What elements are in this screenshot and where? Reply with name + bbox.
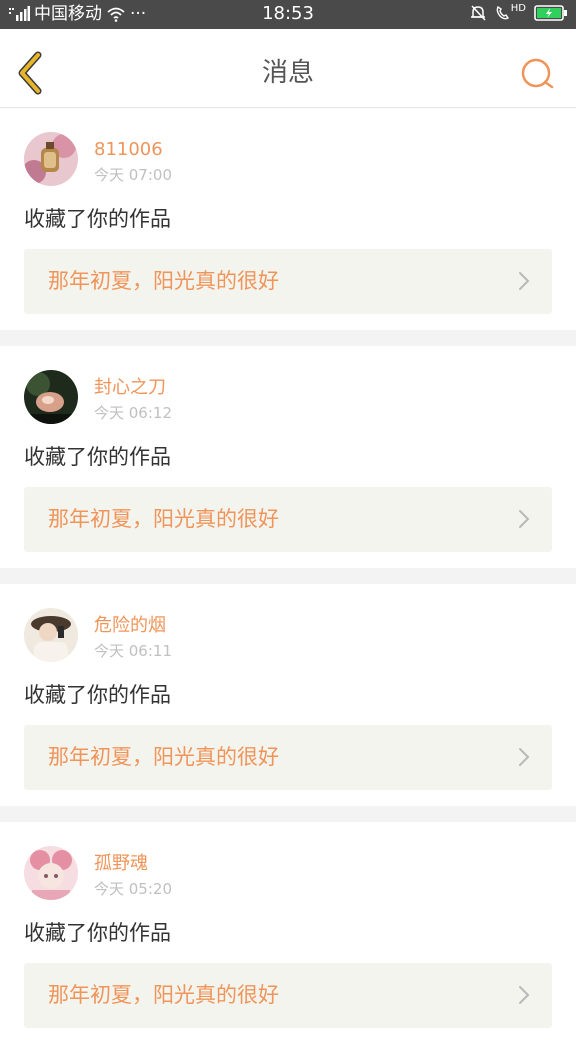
username[interactable]: 811006 (94, 138, 163, 162)
action-text: 收藏了你的作品 (24, 921, 171, 945)
hd-call-icon: HD (495, 4, 526, 22)
work-link[interactable]: 那年初夏，阳光真的很好 (24, 725, 552, 790)
work-title: 那年初夏，阳光真的很好 (48, 269, 279, 293)
work-title: 那年初夏，阳光真的很好 (48, 507, 279, 531)
work-link[interactable]: 那年初夏，阳光真的很好 (24, 249, 552, 314)
hd-label: HD (510, 3, 526, 14)
chevron-right-icon (519, 986, 530, 1004)
notification-card: 危险的烟 今天 06:11 收藏了你的作品 那年初夏，阳光真的很好 (0, 584, 576, 806)
work-link[interactable]: 那年初夏，阳光真的很好 (24, 963, 552, 1028)
divider (0, 330, 576, 346)
username[interactable]: 危险的烟 (94, 614, 166, 638)
avatar[interactable] (24, 370, 78, 424)
work-title: 那年初夏，阳光真的很好 (48, 983, 279, 1007)
chevron-right-icon (519, 748, 530, 766)
status-bar-right: HD (469, 4, 568, 22)
battery-icon (534, 5, 567, 21)
timestamp: 今天 05:20 (94, 880, 172, 898)
timestamp: 今天 06:11 (94, 642, 172, 660)
notification-list: 811006 今天 07:00 收藏了你的作品 那年初夏，阳光真的很好 封心之刀… (0, 108, 576, 1044)
avatar[interactable] (24, 132, 78, 186)
username[interactable]: 封心之刀 (94, 376, 166, 400)
search-button[interactable] (518, 55, 558, 95)
avatar[interactable] (24, 846, 78, 900)
bell-muted-icon (470, 5, 486, 21)
notification-card: 封心之刀 今天 06:12 收藏了你的作品 那年初夏，阳光真的很好 (0, 346, 576, 568)
divider (0, 568, 576, 584)
page-title: 消息 (261, 58, 314, 88)
action-text: 收藏了你的作品 (24, 207, 171, 231)
search-icon (521, 58, 554, 89)
notification-card: 811006 今天 07:00 收藏了你的作品 那年初夏，阳光真的很好 (0, 108, 576, 330)
avatar[interactable] (24, 608, 78, 662)
chevron-right-icon (519, 510, 530, 528)
work-link[interactable]: 那年初夏，阳光真的很好 (24, 487, 552, 552)
notification-card: 孤野魂 今天 05:20 收藏了你的作品 那年初夏，阳光真的很好 (0, 822, 576, 1044)
chevron-right-icon (519, 272, 530, 290)
work-title: 那年初夏，阳光真的很好 (48, 745, 279, 769)
action-text: 收藏了你的作品 (24, 445, 171, 469)
status-bar: 中国移动 ··· 18:53 HD (0, 0, 576, 29)
timestamp: 今天 06:12 (94, 404, 172, 422)
username[interactable]: 孤野魂 (94, 852, 148, 876)
divider (0, 806, 576, 822)
timestamp: 今天 07:00 (94, 166, 172, 184)
nav-bar: 消息 (0, 29, 576, 108)
action-text: 收藏了你的作品 (24, 683, 171, 707)
